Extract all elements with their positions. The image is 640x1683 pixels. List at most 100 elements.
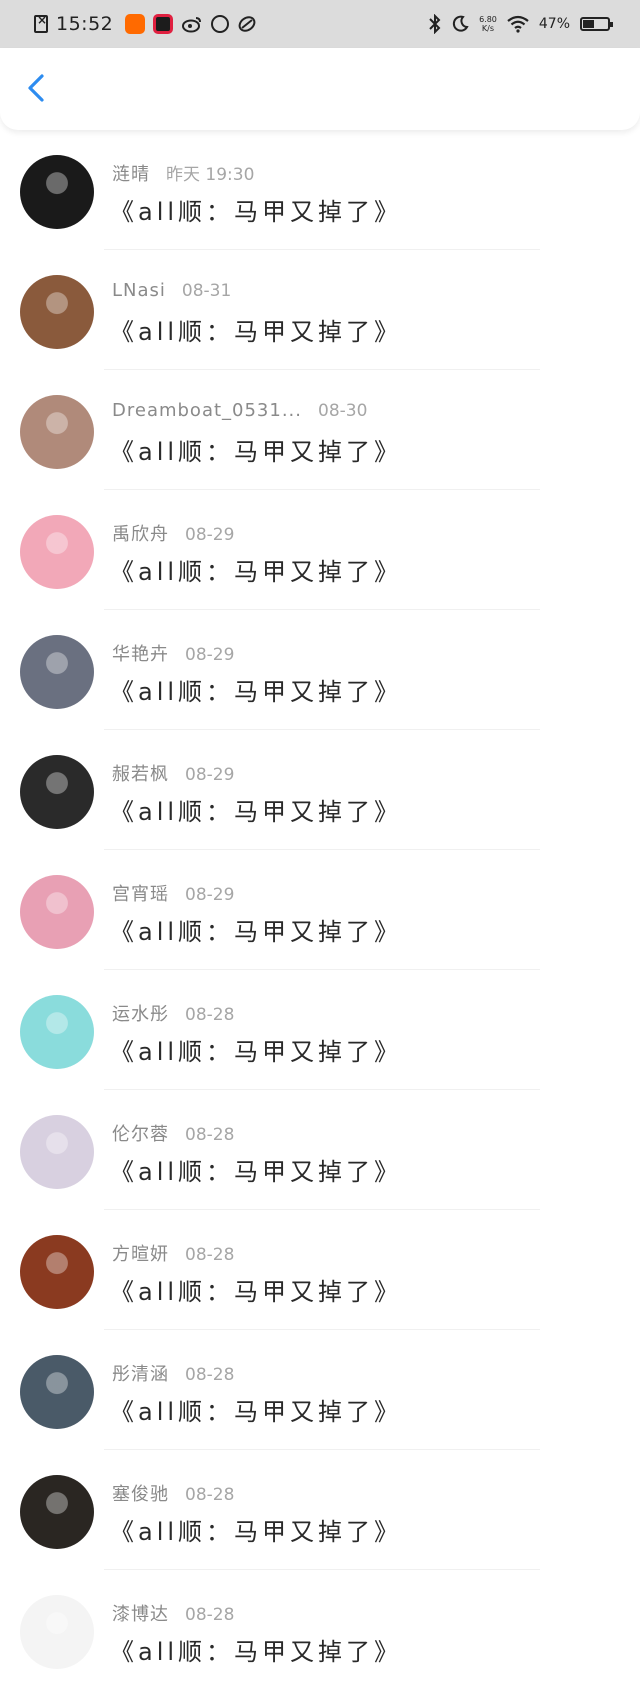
avatar[interactable] xyxy=(20,1235,94,1309)
network-speed: 6.80 K/s xyxy=(479,15,497,33)
avatar[interactable] xyxy=(20,1475,94,1549)
sender-name: 赧若枫 xyxy=(112,764,169,785)
sender-line: 赧若枫 08-29 xyxy=(112,760,234,786)
message-time: 08-28 xyxy=(185,1605,235,1625)
chevron-left-icon xyxy=(28,74,44,102)
message-time: 08-30 xyxy=(318,401,368,421)
speed-value: 6.80 xyxy=(479,15,497,24)
wifi-icon xyxy=(507,15,529,33)
list-item[interactable]: 运水彤 08-28 《all顺：马甲又掉了》 xyxy=(0,970,640,1090)
weibo-icon xyxy=(182,17,202,33)
avatar[interactable] xyxy=(20,1115,94,1189)
status-time: 15:52 xyxy=(56,13,114,35)
message-text: 《all顺：马甲又掉了》 xyxy=(110,438,403,466)
message-text: 《all顺：马甲又掉了》 xyxy=(110,798,403,826)
message-list: 涟晴 昨天 19:30 《all顺：马甲又掉了》 LNasi 08-31 《all顺：马甲… xyxy=(0,130,640,1683)
list-item[interactable]: 彤清涵 08-28 《all顺：马甲又掉了》 xyxy=(0,1330,640,1450)
sender-line: 漆博达 08-28 xyxy=(112,1600,234,1626)
list-item[interactable]: 赧若枫 08-29 《all顺：马甲又掉了》 xyxy=(0,730,640,850)
avatar[interactable] xyxy=(20,875,94,949)
avatar[interactable] xyxy=(20,395,94,469)
list-item[interactable]: 方暄妍 08-28 《all顺：马甲又掉了》 xyxy=(0,1210,640,1330)
message-time: 08-29 xyxy=(185,885,235,905)
avatar[interactable] xyxy=(20,1595,94,1669)
list-item[interactable]: LNasi 08-31 《all顺：马甲又掉了》 xyxy=(0,250,640,370)
sender-line: 华艳卉 08-29 xyxy=(112,640,234,666)
message-text: 《all顺：马甲又掉了》 xyxy=(110,198,403,226)
sender-name: LNasi xyxy=(112,280,166,301)
avatar[interactable] xyxy=(20,755,94,829)
message-time: 08-28 xyxy=(185,1125,235,1145)
message-text: 《all顺：马甲又掉了》 xyxy=(110,1398,403,1426)
list-item[interactable]: 漆博达 08-28 《all顺：马甲又掉了》 xyxy=(0,1570,640,1683)
list-item[interactable]: 塞俊驰 08-28 《all顺：马甲又掉了》 xyxy=(0,1450,640,1570)
battery-level xyxy=(583,20,595,28)
list-item[interactable]: 宫宵瑶 08-29 《all顺：马甲又掉了》 xyxy=(0,850,640,970)
message-time: 昨天 19:30 xyxy=(166,165,255,185)
list-item[interactable]: 伦尔蓉 08-28 《all顺：马甲又掉了》 xyxy=(0,1090,640,1210)
message-text: 《all顺：马甲又掉了》 xyxy=(110,318,403,346)
avatar[interactable] xyxy=(20,155,94,229)
message-time: 08-28 xyxy=(185,1485,235,1505)
sender-name: 伦尔蓉 xyxy=(112,1124,169,1145)
sender-name: Dreamboat_0531... xyxy=(112,400,303,421)
app-notification-icon xyxy=(153,14,174,34)
sender-name: 华艳卉 xyxy=(112,644,169,665)
list-item[interactable]: 禹欣舟 08-29 《all顺：马甲又掉了》 xyxy=(0,490,640,610)
search-app-icon xyxy=(211,15,230,33)
message-text: 《all顺：马甲又掉了》 xyxy=(110,1038,403,1066)
avatar[interactable] xyxy=(20,635,94,709)
sender-name: 涟晴 xyxy=(112,164,150,185)
list-item[interactable]: Dreamboat_0531... 08-30 《all顺：马甲又掉了》 xyxy=(0,370,640,490)
message-time: 08-28 xyxy=(185,1245,235,1265)
avatar[interactable] xyxy=(20,275,94,349)
sender-line: 塞俊驰 08-28 xyxy=(112,1480,234,1506)
sender-name: 漆博达 xyxy=(112,1604,169,1625)
message-text: 《all顺：马甲又掉了》 xyxy=(110,1518,403,1546)
avatar[interactable] xyxy=(20,1355,94,1429)
sender-line: 禹欣舟 08-29 xyxy=(112,520,234,546)
back-button[interactable] xyxy=(18,68,58,108)
message-time: 08-29 xyxy=(185,525,235,545)
sender-line: LNasi 08-31 xyxy=(112,280,231,301)
message-time: 08-31 xyxy=(181,281,232,301)
list-item[interactable]: 涟晴 昨天 19:30 《all顺：马甲又掉了》 xyxy=(0,130,640,250)
message-time: 08-29 xyxy=(185,765,235,785)
message-text: 《all顺：马甲又掉了》 xyxy=(110,1158,403,1186)
sender-name: 运水彤 xyxy=(112,1004,169,1025)
avatar[interactable] xyxy=(20,515,94,589)
avatar[interactable] xyxy=(20,995,94,1069)
sender-line: 彤清涵 08-28 xyxy=(112,1360,234,1386)
sender-line: 伦尔蓉 08-28 xyxy=(112,1120,234,1146)
sender-name: 塞俊驰 xyxy=(112,1484,169,1505)
sender-name: 方暄妍 xyxy=(112,1244,169,1265)
message-time: 08-28 xyxy=(185,1365,235,1385)
sender-name: 彤清涵 xyxy=(112,1364,169,1385)
sender-line: 涟晴 昨天 19:30 xyxy=(112,160,254,186)
battery-percent: 47% xyxy=(538,16,570,32)
status-left-group: 15:52 xyxy=(34,10,257,38)
battery-icon xyxy=(580,17,613,31)
message-text: 《all顺：马甲又掉了》 xyxy=(110,1278,403,1306)
sender-name: 宫宵瑶 xyxy=(112,884,169,905)
status-right-group: 6.80 K/s 47% xyxy=(429,10,613,38)
status-bar: 15:52 6.80 K/s xyxy=(0,0,640,48)
message-text: 《all顺：马甲又掉了》 xyxy=(110,558,403,586)
app-notification-icon xyxy=(125,14,146,34)
sender-line: 运水彤 08-28 xyxy=(112,1000,234,1026)
message-text: 《all顺：马甲又掉了》 xyxy=(110,1638,403,1666)
speed-unit: K/s xyxy=(481,24,495,33)
message-text: 《all顺：马甲又掉了》 xyxy=(110,678,403,706)
message-text: 《all顺：马甲又掉了》 xyxy=(110,918,403,946)
moon-icon xyxy=(452,15,469,32)
header-bar xyxy=(0,48,640,130)
sender-name: 禹欣舟 xyxy=(112,524,169,545)
link-app-icon xyxy=(238,16,256,32)
list-item[interactable]: 华艳卉 08-29 《all顺：马甲又掉了》 xyxy=(0,610,640,730)
bluetooth-icon xyxy=(429,14,441,34)
sender-line: 宫宵瑶 08-29 xyxy=(112,880,234,906)
message-time: 08-28 xyxy=(185,1005,235,1025)
app-screen: 15:52 6.80 K/s xyxy=(0,0,640,1683)
sim-off-icon xyxy=(34,13,48,33)
sender-line: 方暄妍 08-28 xyxy=(112,1240,234,1266)
